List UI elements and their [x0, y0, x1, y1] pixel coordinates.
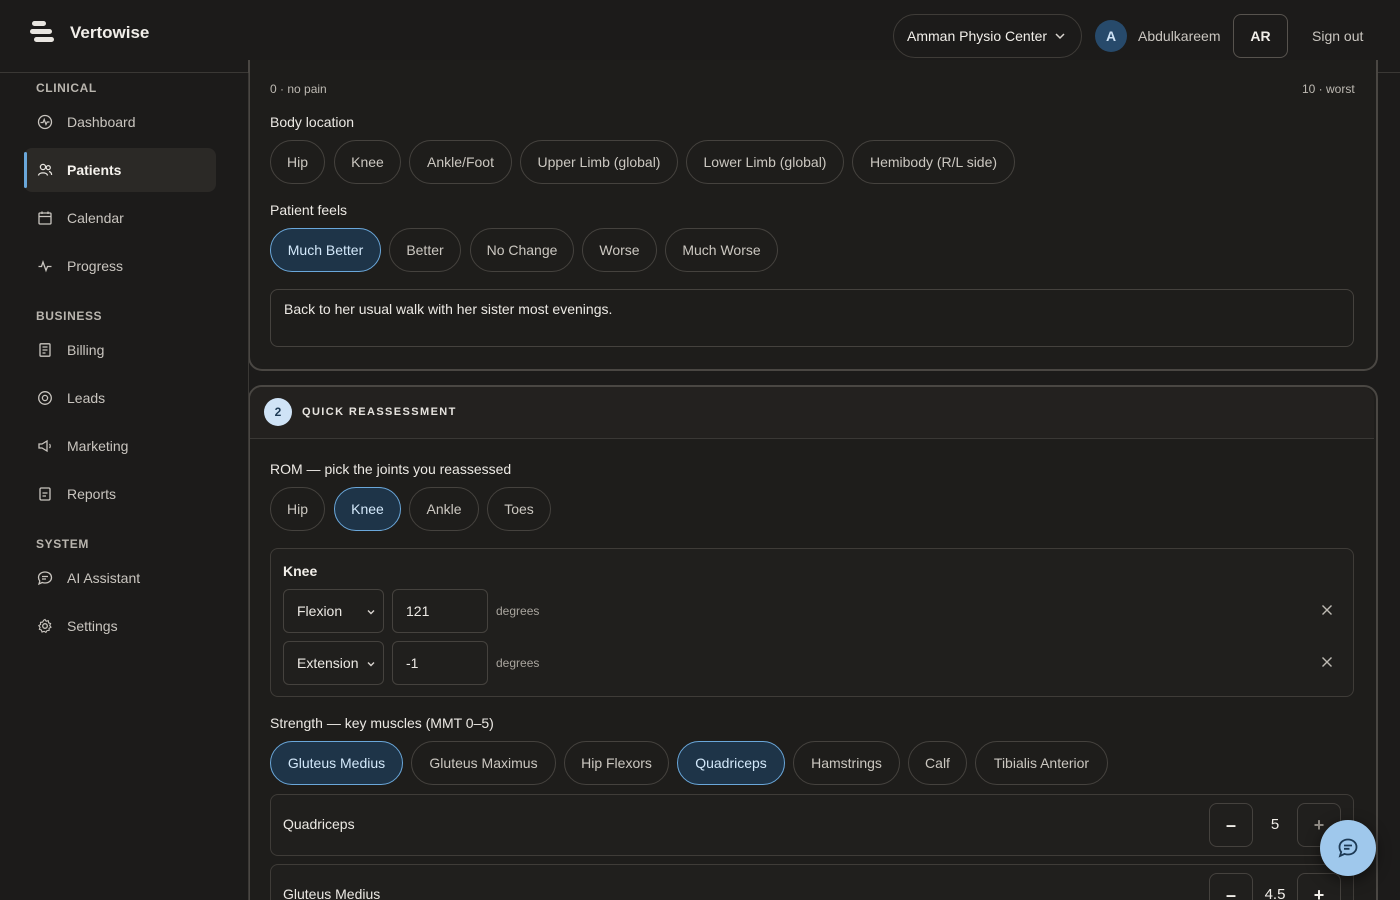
- body-location-chip-knee[interactable]: Knee: [334, 140, 401, 184]
- chevron-down-icon: [367, 662, 375, 667]
- dashboard-icon: [37, 114, 53, 130]
- sidebar-item-patients[interactable]: Patients: [24, 148, 216, 192]
- rom-label: ROM — pick the joints you reassessed: [270, 461, 512, 477]
- mmt-row-gluteus-medius: [270, 864, 1354, 900]
- mmt-decrement-button[interactable]: –: [1209, 803, 1253, 847]
- patient-feels-chip-much-better[interactable]: Much Better: [270, 228, 381, 272]
- mmt-value: 4.5: [1264, 886, 1286, 900]
- report-icon: [37, 486, 53, 502]
- avatar[interactable]: A: [1095, 20, 1127, 52]
- sign-out-link[interactable]: Sign out: [1312, 28, 1363, 44]
- section-label-system: SYSTEM: [36, 537, 89, 551]
- sidebar-item-label: Progress: [67, 258, 124, 274]
- receipt-icon: [37, 342, 53, 358]
- chat-icon: [37, 570, 53, 586]
- mmt-muscle-name: Gluteus Medius: [283, 886, 381, 900]
- close-icon[interactable]: [1320, 603, 1334, 617]
- sidebar-item-billing[interactable]: Billing: [24, 328, 216, 372]
- body-location-chip-ankle-foot[interactable]: Ankle/Foot: [409, 140, 512, 184]
- movement-select-value: Extension: [297, 655, 359, 671]
- sidebar-item-label: Billing: [67, 342, 105, 358]
- sidebar-item-progress[interactable]: Progress: [24, 244, 216, 288]
- mmt-increment-button[interactable]: +: [1297, 873, 1341, 900]
- pain-scale-min-label: 0 · no pain: [270, 82, 327, 96]
- movement-select-extension[interactable]: Extension: [283, 641, 384, 685]
- sidebar-item-marketing[interactable]: Marketing: [24, 424, 216, 468]
- quick-reassessment-title: QUICK REASSESSMENT: [302, 406, 457, 418]
- muscle-chip-quadriceps[interactable]: Quadriceps: [677, 741, 785, 785]
- mmt-value: 5: [1270, 816, 1280, 833]
- sidebar-item-settings[interactable]: Settings: [24, 604, 216, 648]
- muscle-chip-calf[interactable]: Calf: [908, 741, 967, 785]
- sidebar-item-label: Patients: [67, 162, 122, 178]
- degrees-unit-label: degrees: [496, 656, 540, 670]
- chevron-down-icon: [1055, 33, 1065, 40]
- patient-feels-chip-no-change[interactable]: No Change: [470, 228, 574, 272]
- patient-feels-chip-worse[interactable]: Worse: [582, 228, 657, 272]
- chat-bubble-icon: [1338, 838, 1358, 858]
- sidebar: CLINICAL Dashboard Patients Calendar Pro…: [0, 73, 236, 900]
- rom-joint-chip-hip[interactable]: Hip: [270, 487, 325, 531]
- sidebar-item-label: Dashboard: [67, 114, 136, 130]
- muscle-chip-hamstrings[interactable]: Hamstrings: [793, 741, 900, 785]
- close-icon[interactable]: [1320, 655, 1334, 669]
- sidebar-item-reports[interactable]: Reports: [24, 472, 216, 516]
- patient-feels-chip-better[interactable]: Better: [389, 228, 461, 272]
- sidebar-item-ai-assistant[interactable]: AI Assistant: [24, 556, 216, 600]
- gear-icon: [37, 618, 53, 634]
- megaphone-icon: [37, 438, 53, 454]
- movement-select-value: Flexion: [297, 603, 343, 619]
- sidebar-item-label: Settings: [67, 618, 118, 634]
- mmt-row-quadriceps: [270, 794, 1354, 856]
- username: Abdulkareem: [1138, 28, 1221, 44]
- sidebar-item-label: Marketing: [67, 438, 129, 454]
- clinic-selector[interactable]: Amman Physio Center: [893, 14, 1082, 58]
- strength-label: Strength — key muscles (MMT 0–5): [270, 715, 494, 731]
- section-label-business: BUSINESS: [36, 309, 103, 323]
- section-label-clinical: CLINICAL: [36, 81, 97, 95]
- vertowise-logo-icon[interactable]: [30, 20, 54, 46]
- rom-degrees-input-extension[interactable]: -1: [392, 641, 488, 685]
- rom-joint-chip-toes[interactable]: Toes: [487, 487, 551, 531]
- language-toggle-button[interactable]: AR: [1233, 14, 1288, 58]
- target-icon: [37, 390, 53, 406]
- pain-scale-max-label: 10 · worst: [1302, 82, 1355, 96]
- degrees-unit-label: degrees: [496, 604, 540, 618]
- sidebar-item-dashboard[interactable]: Dashboard: [24, 100, 216, 144]
- sidebar-item-leads[interactable]: Leads: [24, 376, 216, 420]
- calendar-icon: [37, 210, 53, 226]
- body-location-label: Body location: [270, 114, 355, 130]
- muscle-chip-gluteus-maximus[interactable]: Gluteus Maximus: [411, 741, 556, 785]
- chevron-down-icon: [367, 610, 375, 615]
- sidebar-item-label: Leads: [67, 390, 106, 406]
- main-divider: [248, 73, 249, 900]
- brand-name[interactable]: Vertowise: [70, 23, 149, 43]
- movement-select-flexion[interactable]: Flexion: [283, 589, 384, 633]
- sidebar-item-label: Calendar: [67, 210, 124, 226]
- mmt-decrement-button[interactable]: –: [1209, 873, 1253, 900]
- muscle-chip-hip-flexors[interactable]: Hip Flexors: [564, 741, 669, 785]
- rom-joint-chip-ankle[interactable]: Ankle: [409, 487, 479, 531]
- clinic-name: Amman Physio Center: [907, 28, 1048, 44]
- body-location-chip-hemibody[interactable]: Hemibody (R/L side): [852, 140, 1015, 184]
- muscle-chip-tibialis-anterior[interactable]: Tibialis Anterior: [975, 741, 1108, 785]
- sidebar-item-label: Reports: [67, 486, 117, 502]
- mmt-muscle-name: Quadriceps: [283, 816, 355, 832]
- sidebar-item-label: AI Assistant: [67, 570, 141, 586]
- session-note-textarea[interactable]: Back to her usual walk with her sister m…: [270, 289, 1354, 347]
- users-icon: [37, 162, 53, 178]
- sidebar-item-calendar[interactable]: Calendar: [24, 196, 216, 240]
- patient-feels-chip-much-worse[interactable]: Much Worse: [665, 228, 778, 272]
- step-number-badge: 2: [264, 398, 292, 426]
- rom-joint-chip-knee[interactable]: Knee: [334, 487, 401, 531]
- muscle-chip-gluteus-medius[interactable]: Gluteus Medius: [270, 741, 403, 785]
- rom-degrees-input-flexion[interactable]: 121: [392, 589, 488, 633]
- joint-panel-title: Knee: [283, 563, 318, 579]
- activity-icon: [37, 258, 53, 274]
- body-location-chip-hip[interactable]: Hip: [270, 140, 325, 184]
- body-location-chip-upper-limb[interactable]: Upper Limb (global): [520, 140, 678, 184]
- patient-feels-label: Patient feels: [270, 202, 348, 218]
- body-location-chip-lower-limb[interactable]: Lower Limb (global): [686, 140, 844, 184]
- chat-assistant-button[interactable]: [1320, 820, 1376, 876]
